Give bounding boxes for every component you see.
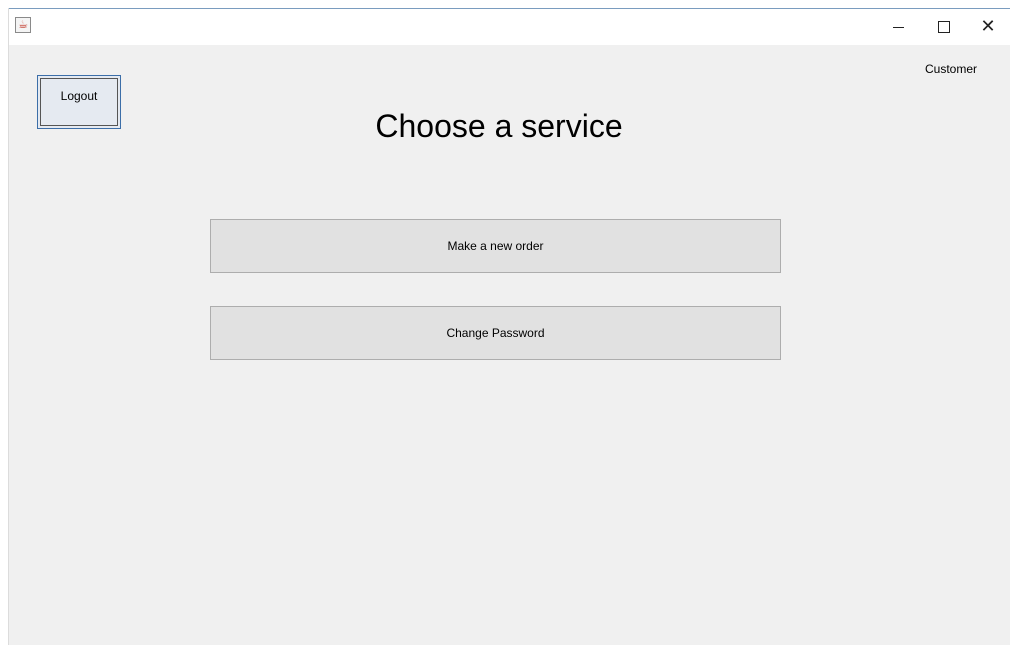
java-icon: ☕ — [15, 17, 31, 33]
close-button[interactable]: ✕ — [965, 9, 1010, 45]
minimize-button[interactable] — [875, 9, 921, 45]
make-new-order-button[interactable]: Make a new order — [210, 219, 781, 273]
page-title: Choose a service — [375, 108, 623, 144]
maximize-icon — [938, 21, 950, 33]
maximize-button[interactable] — [921, 9, 967, 45]
minimize-icon — [892, 26, 904, 28]
change-password-button[interactable]: Change Password — [210, 306, 781, 360]
user-role-label: Customer — [925, 62, 978, 76]
title-bar[interactable]: ☕ ✕ — [9, 8, 1010, 45]
app-window: ☕ ✕ Logout Customer Choose a service Mak… — [8, 8, 1010, 645]
close-icon: ✕ — [980, 16, 996, 37]
